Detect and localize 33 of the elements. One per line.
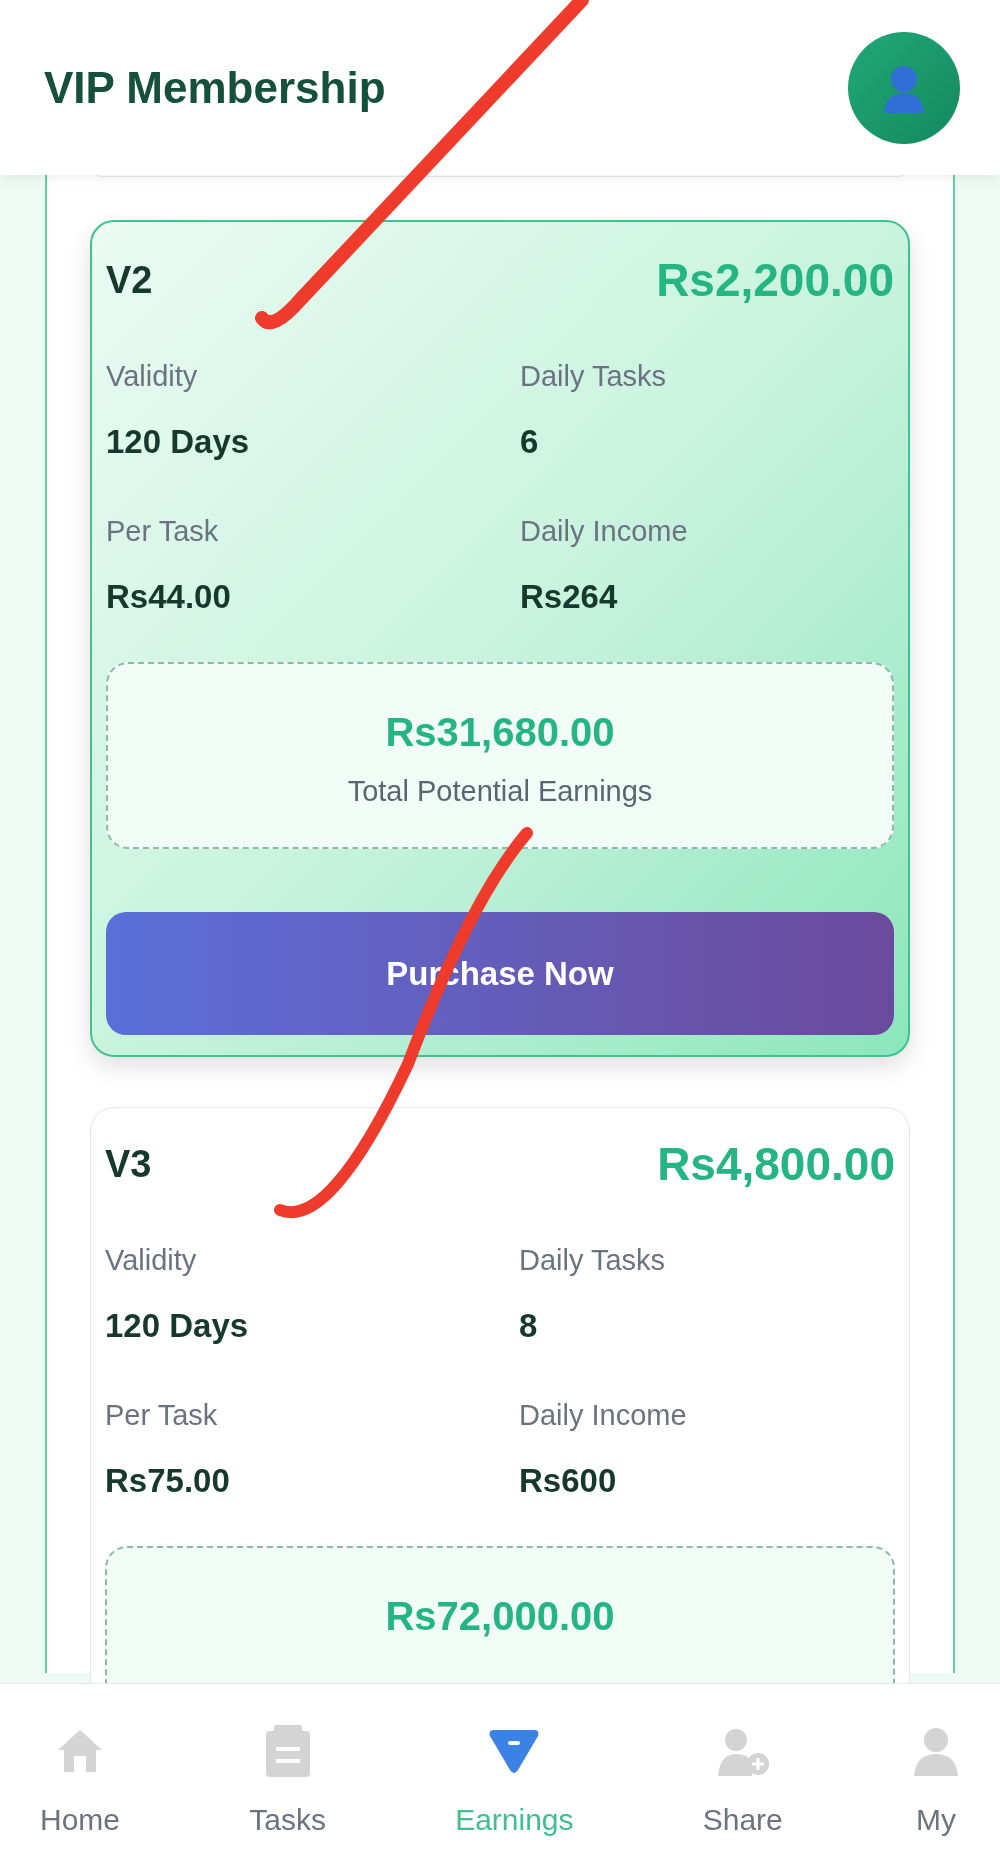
plan-price: Rs2,200.00 — [656, 252, 894, 308]
stat-value: Rs75.00 — [105, 1461, 231, 1501]
stat-value: Rs44.00 — [106, 577, 232, 617]
stat-label: Daily Income — [520, 514, 689, 549]
stat-label: Validity — [106, 359, 199, 394]
stat-label: Validity — [105, 1243, 198, 1278]
stat-value: 6 — [520, 422, 540, 462]
stat-value: Rs264 — [520, 577, 619, 617]
stat-label: Per Task — [105, 1398, 219, 1433]
stat-label: Per Task — [106, 514, 220, 549]
diamond-icon — [488, 1728, 541, 1774]
nav-tab[interactable]: Share — [702, 1724, 783, 1854]
clipboard-icon — [265, 1725, 310, 1777]
add-person-icon — [715, 1726, 770, 1776]
nav-tab[interactable]: Home — [40, 1724, 121, 1854]
plan-name: V3 — [105, 1141, 152, 1187]
total-label: Total Potential Earnings — [347, 774, 653, 809]
stat-value: 120 Days — [105, 1306, 250, 1346]
person-icon — [912, 1726, 960, 1776]
plan-price: Rs4,800.00 — [657, 1136, 895, 1192]
nav-tab[interactable]: My — [912, 1724, 960, 1854]
total-amount: Rs31,680.00 — [385, 709, 615, 756]
home-icon — [56, 1728, 104, 1774]
plan-name: V2 — [106, 257, 153, 303]
total-amount: Rs72,000.00 — [385, 1593, 615, 1640]
stat-value: 8 — [519, 1306, 539, 1346]
stat-label: Daily Tasks — [520, 359, 668, 394]
stat-label: Daily Income — [519, 1398, 688, 1433]
stat-value: Rs600 — [519, 1461, 618, 1501]
nav-tab[interactable]: Tasks — [249, 1724, 326, 1854]
page-title: VIP Membership — [44, 61, 386, 114]
stat-label: Daily Tasks — [519, 1243, 667, 1278]
stat-value: 120 Days — [106, 422, 251, 462]
